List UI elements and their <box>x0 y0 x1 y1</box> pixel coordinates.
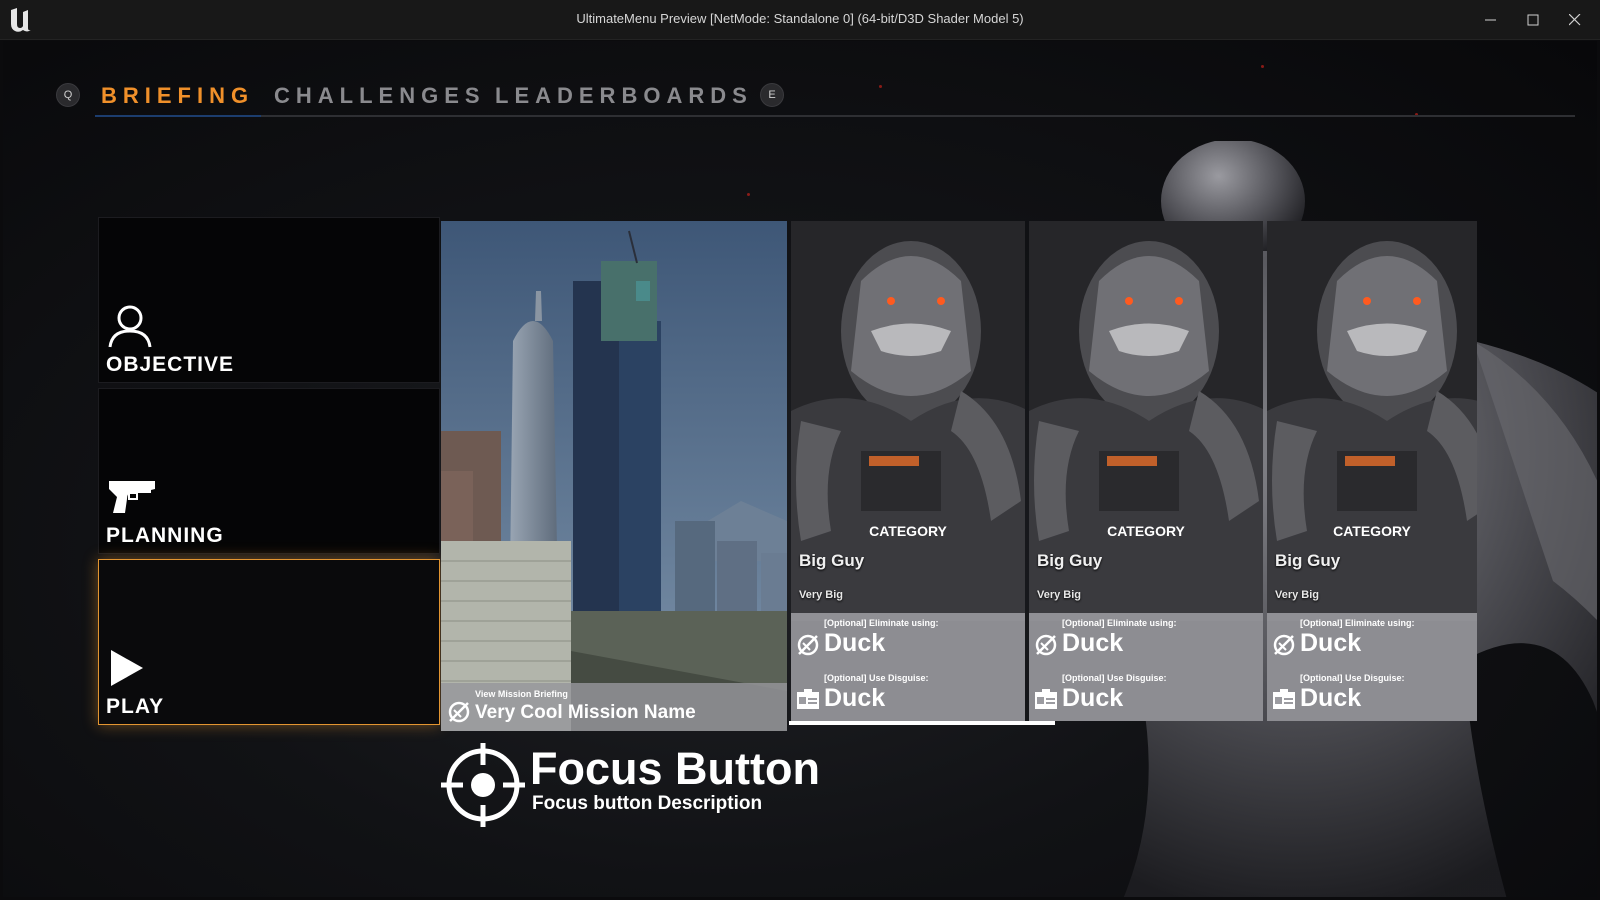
id-card-icon <box>1035 689 1057 709</box>
target-slash-icon <box>797 634 819 656</box>
disguise-value: Duck <box>1062 684 1124 712</box>
minimize-button[interactable] <box>1470 0 1512 40</box>
target-details-panel: [Optional] Eliminate using: Duck [Option… <box>791 613 1025 721</box>
target-subtitle: Very Big <box>1275 589 1320 601</box>
eliminate-value: Duck <box>1300 629 1362 657</box>
target-name: Big Guy <box>1275 551 1341 570</box>
tab-leaderboards[interactable]: LEADERBOARDS <box>495 83 753 109</box>
tab-divider <box>95 115 1575 117</box>
eliminate-value: Duck <box>824 629 886 657</box>
tab-next-key[interactable]: E <box>760 83 784 107</box>
ember-particle <box>747 193 750 196</box>
maximize-button[interactable] <box>1512 0 1554 40</box>
target-slash-icon <box>1035 634 1057 656</box>
focus-title: Focus Button <box>530 743 820 794</box>
disguise-value: Duck <box>824 684 886 712</box>
carousel-scrollbar[interactable] <box>789 721 1055 725</box>
target-name: Big Guy <box>799 551 865 570</box>
eliminate-label: [Optional] Eliminate using: <box>1300 618 1415 628</box>
disguise-label: [Optional] Use Disguise: <box>824 673 929 683</box>
target-details-panel: [Optional] Eliminate using: Duck [Option… <box>1029 613 1263 721</box>
disguise-value: Duck <box>1300 684 1362 712</box>
minimize-icon <box>1485 19 1496 21</box>
mission-name: Very Cool Mission Name <box>475 702 696 723</box>
id-card-icon <box>1273 689 1295 709</box>
target-card[interactable]: CATEGORY Big Guy Very Big [Optional] Eli… <box>791 221 1025 721</box>
eliminate-label: [Optional] Eliminate using: <box>1062 618 1177 628</box>
person-icon <box>108 305 152 348</box>
tab-active-indicator <box>95 115 261 117</box>
game-viewport: Q BRIEFING CHALLENGES LEADERBOARDS E OBJ… <box>3 41 1597 897</box>
target-slash-icon <box>1273 634 1295 656</box>
crosshair-icon <box>441 743 525 827</box>
menu-item-label: PLANNING <box>106 524 224 547</box>
eliminate-label: [Optional] Eliminate using: <box>824 618 939 628</box>
eliminate-value: Duck <box>1062 629 1124 657</box>
target-category: CATEGORY <box>1333 523 1411 539</box>
city-skyline-image <box>441 221 787 731</box>
close-icon <box>1569 14 1581 26</box>
target-category: CATEGORY <box>869 523 947 539</box>
tab-challenges[interactable]: CHALLENGES <box>274 83 486 109</box>
menu-item-label: PLAY <box>106 695 165 718</box>
target-details-panel: [Optional] Eliminate using: Duck [Option… <box>1267 613 1477 721</box>
target-card[interactable]: CATEGORY Big Guy Very Big [Optional] Eli… <box>1029 221 1263 721</box>
target-slash-icon <box>448 701 470 723</box>
mission-caption: View Mission Briefing Very Cool Mission … <box>441 683 787 731</box>
tab-prev-key[interactable]: Q <box>56 83 80 107</box>
target-subtitle: Very Big <box>799 589 844 601</box>
disguise-label: [Optional] Use Disguise: <box>1062 673 1167 683</box>
menu-item-label: OBJECTIVE <box>106 353 235 376</box>
focus-description: Focus button Description <box>532 793 763 814</box>
target-subtitle: Very Big <box>1037 589 1082 601</box>
disguise-label: [Optional] Use Disguise: <box>1300 673 1405 683</box>
menu-item-play[interactable]: PLAY <box>98 559 440 725</box>
close-button[interactable] <box>1554 0 1596 40</box>
ember-particle <box>879 85 882 88</box>
target-card[interactable]: CATEGORY Big Guy Very Big [Optional] Eli… <box>1267 221 1477 721</box>
play-icon <box>111 650 143 686</box>
mission-subtitle: View Mission Briefing <box>475 689 568 699</box>
window-titlebar: UltimateMenu Preview [NetMode: Standalon… <box>0 0 1600 40</box>
id-card-icon <box>797 689 819 709</box>
window-title: UltimateMenu Preview [NetMode: Standalon… <box>576 11 1024 26</box>
ember-particle <box>1261 65 1264 68</box>
tab-briefing[interactable]: BRIEFING <box>101 83 254 109</box>
pistol-icon <box>109 481 155 513</box>
menu-item-planning[interactable]: PLANNING <box>98 388 440 554</box>
menu-item-objective[interactable]: OBJECTIVE <box>98 217 440 383</box>
mission-card[interactable]: View Mission Briefing Very Cool Mission … <box>441 221 787 731</box>
target-name: Big Guy <box>1037 551 1103 570</box>
target-category: CATEGORY <box>1107 523 1185 539</box>
maximize-icon <box>1527 14 1539 26</box>
